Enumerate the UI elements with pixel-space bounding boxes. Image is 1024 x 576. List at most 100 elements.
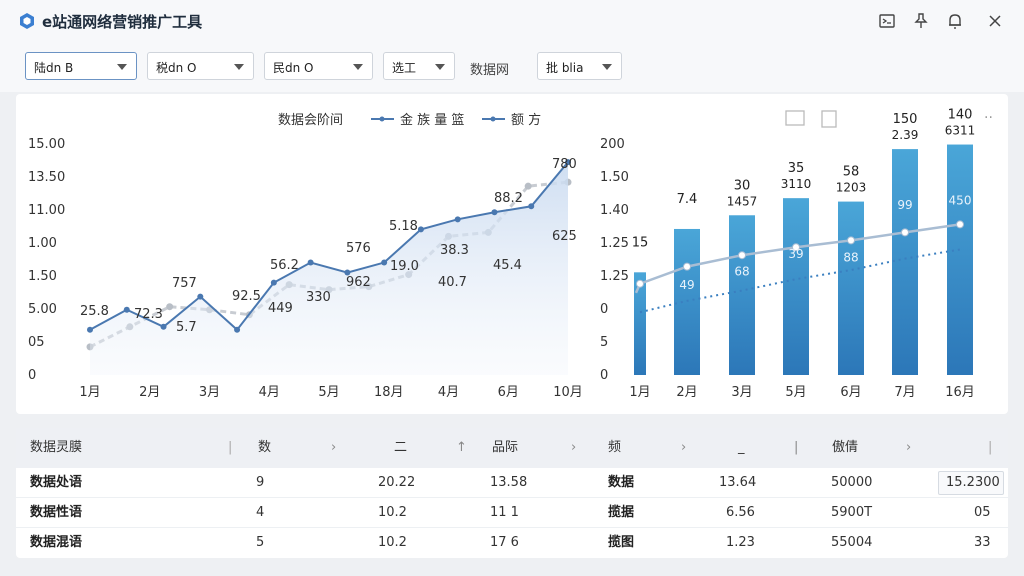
chevron-down-icon <box>234 64 244 70</box>
data-label: 38.3 <box>440 243 469 258</box>
legend-marker-2 <box>490 116 496 122</box>
data-label: 40.7 <box>438 275 467 290</box>
column-divider: | <box>228 440 233 455</box>
series-1-point <box>491 209 498 216</box>
table-cell: 数据 <box>608 475 635 490</box>
table-row[interactable]: 数据性语 4 10.2 11 1 揽据 6.56 5900T 05 <box>16 498 1008 528</box>
filter-dropdown-5[interactable]: 批 blia <box>537 52 622 80</box>
data-label: 330 <box>306 290 331 305</box>
series-1-point <box>381 259 388 266</box>
bar-label-top: 58 <box>843 165 860 180</box>
more-options-icon[interactable]: ·· <box>984 110 993 126</box>
panel-expand-icon[interactable] <box>821 110 837 128</box>
bar-label-inside: 450 <box>949 194 972 208</box>
trend-point <box>636 279 644 288</box>
y-tick-label: 1.00 <box>28 236 57 251</box>
column-divider: | <box>794 440 799 455</box>
series-2-point <box>524 182 532 190</box>
y-tick-label: 1.50 <box>28 269 57 284</box>
chevron-down-icon <box>353 64 363 70</box>
x-tick-label: 7月 <box>894 385 915 400</box>
table-cell: 11 1 <box>490 505 519 520</box>
column-header[interactable]: 品际 <box>492 428 518 468</box>
series-1-point <box>417 226 424 233</box>
x-tick-label: 1月 <box>79 385 100 400</box>
x-tick-label: 3月 <box>731 385 752 400</box>
table-row[interactable]: 数据混语 5 10.2 17 6 揽图 1.23 55004 33 <box>16 528 1008 558</box>
table-cell: 6.56 <box>726 505 755 520</box>
column-header[interactable]: 傲倩 <box>832 428 858 468</box>
y-tick-label: 200 <box>600 137 625 152</box>
bar-label-top: 150 <box>893 112 918 127</box>
charts-svg: 数据会阶间 金 族 量 篮 额 方 ·· 15.00 13.50 11.00 1.00… <box>28 108 993 400</box>
x-tick-label: 1月 <box>629 385 650 400</box>
table-cell: 5 <box>256 535 265 550</box>
column-header[interactable]: 数据灵膜 <box>30 428 82 468</box>
close-icon[interactable] <box>984 10 1006 32</box>
trend-point <box>683 262 691 271</box>
data-label: 92.5 <box>232 289 261 304</box>
column-header[interactable]: ⼆ <box>394 428 407 468</box>
table-cell: 13.64 <box>719 475 757 490</box>
table-cell: 17 6 <box>490 535 519 550</box>
row-name: 数据处语 <box>30 475 83 490</box>
filter-dropdown-3[interactable]: 民dn O <box>264 52 373 80</box>
sort-up-icon[interactable]: ↑ <box>456 428 467 468</box>
filter-bar: 陆dn B 税dn O 民dn O 选工 数据网 批 blia <box>0 42 1024 92</box>
y-tick-label: 13.50 <box>28 170 65 185</box>
data-label: 25.8 <box>80 304 109 319</box>
y-tick-label: 15.00 <box>28 137 65 152</box>
column-header[interactable]: 数 <box>258 428 271 468</box>
table-cell: 33 <box>974 535 991 550</box>
filter-dropdown-4[interactable]: 选工 <box>383 52 455 80</box>
bar-label-inside: 68 <box>734 264 749 278</box>
panel-minimize-icon[interactable] <box>785 110 805 126</box>
series-1-point <box>454 216 461 223</box>
chevron-down-icon <box>602 64 612 70</box>
data-label: 45.4 <box>493 258 522 273</box>
bar-label-inside: 49 <box>679 278 694 292</box>
pin-icon[interactable] <box>910 10 932 32</box>
filter-label: 数据网 <box>470 63 510 78</box>
bar-label-top: 30 <box>734 178 751 193</box>
x-tick-label: 4月 <box>438 385 459 400</box>
sort-icon[interactable]: › <box>681 428 686 468</box>
trend-point <box>738 251 746 260</box>
x-tick-label: 5月 <box>785 385 806 400</box>
app-title: e站通网络营销推广工具 <box>42 13 203 31</box>
filter-dropdown-1[interactable]: 陆dn B <box>25 52 137 80</box>
y-tick-label: 1.25 <box>600 269 629 284</box>
bar-label-top: 140 <box>948 108 973 123</box>
sort-icon[interactable]: › <box>906 428 911 468</box>
dropdown-label: 批 blia <box>546 61 584 75</box>
y-tick-label: 0 <box>600 368 608 383</box>
data-label: 625 <box>552 229 577 244</box>
bar-label-second: 2.39 <box>892 128 919 142</box>
dropdown-label: 税dn O <box>156 61 197 75</box>
bar <box>892 149 918 375</box>
right-chart-y-axis: 200 1.50 1.40 1.25 1.25 0 5 0 <box>600 137 629 383</box>
column-divider: | <box>988 440 993 455</box>
data-label: 449 <box>268 301 293 316</box>
bar-label-second: 1203 <box>836 181 867 195</box>
bell-icon[interactable] <box>944 10 966 32</box>
x-tick-label: 2月 <box>139 385 160 400</box>
row-name: 数据混语 <box>30 535 83 550</box>
table-cell: 50000 <box>831 475 873 490</box>
data-table: 数据灵膜 | 数 › ⼆ ↑ 品际 › 频 › _ | 傲倩 › | 数据处语 … <box>16 428 1008 558</box>
series-1-point <box>197 293 204 300</box>
sort-icon[interactable]: › <box>571 428 576 468</box>
legend-title: 数据会阶间 <box>278 113 343 128</box>
y-tick-label: 11.00 <box>28 203 65 218</box>
screenshot-icon[interactable] <box>876 10 898 32</box>
filter-dropdown-2[interactable]: 税dn O <box>147 52 254 80</box>
column-header[interactable]: _ <box>738 428 745 468</box>
y-tick-label: 05 <box>28 335 45 350</box>
table-row[interactable]: 数据处语 9 20.22 13.58 数据 13.64 50000 15.230… <box>16 468 1008 498</box>
column-header[interactable]: 频 <box>608 428 621 468</box>
sort-icon[interactable]: › <box>331 428 336 468</box>
bar <box>729 215 755 375</box>
x-tick-label: 3月 <box>199 385 220 400</box>
data-label: 780 <box>552 157 577 172</box>
chevron-down-icon <box>435 64 445 70</box>
